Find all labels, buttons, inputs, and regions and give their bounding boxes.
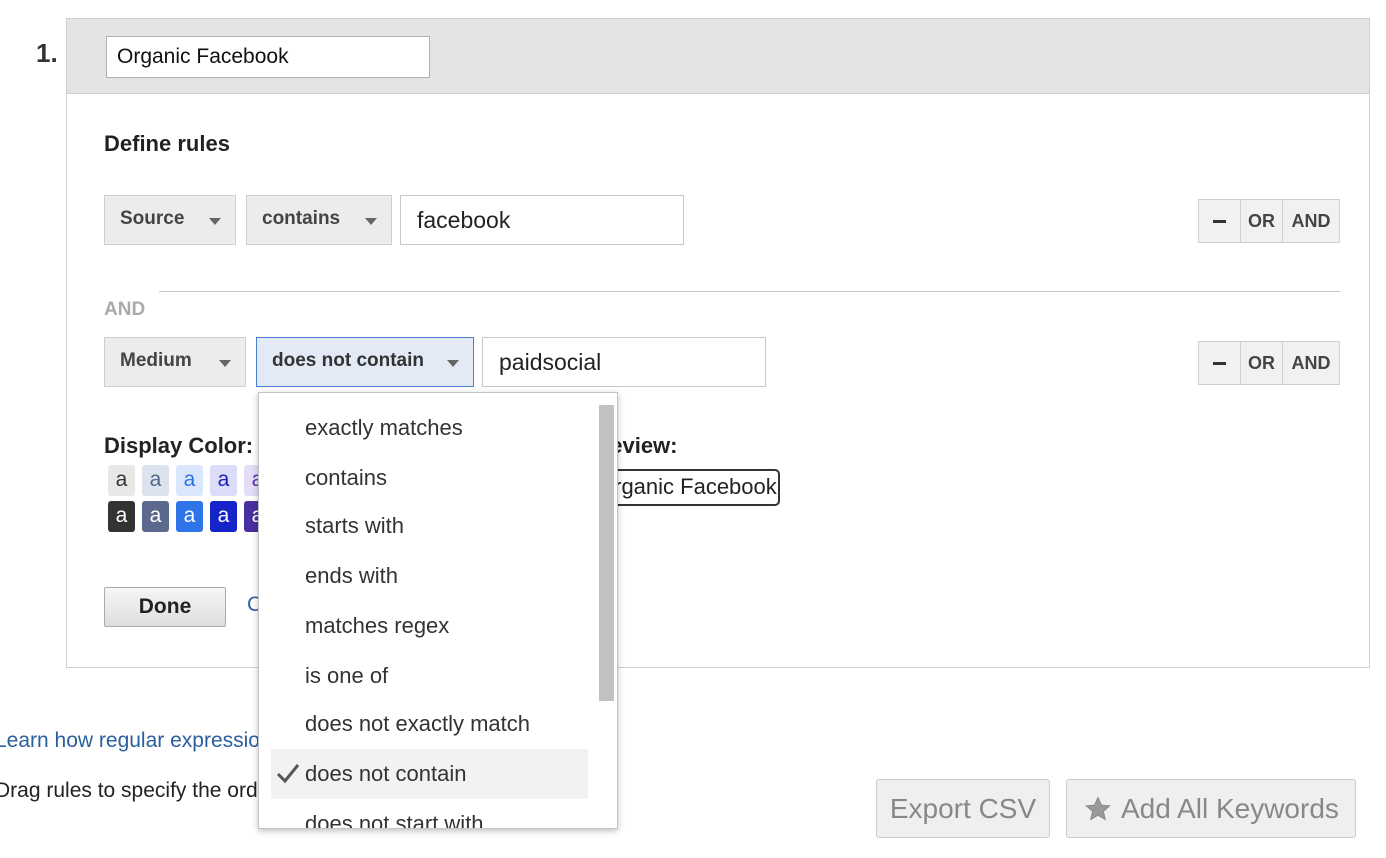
remove-rule-button[interactable]: [1199, 342, 1241, 384]
operator-label: contains: [262, 208, 341, 229]
menu-item-ends-with[interactable]: ends with: [271, 551, 588, 601]
rule-value-input-2[interactable]: [482, 337, 766, 387]
rule-number: 1.: [36, 38, 58, 68]
menu-item-label: does not contain: [305, 761, 467, 786]
operator-dropdown-menu: exactly matches contains starts with end…: [258, 392, 618, 829]
rule-name-input[interactable]: [106, 36, 430, 78]
caret-down-icon: [447, 360, 459, 367]
rule-value-input-1[interactable]: [400, 195, 684, 245]
color-swatch-dark-2[interactable]: a: [142, 501, 169, 532]
color-swatch-dark-3[interactable]: a: [176, 501, 203, 532]
remove-rule-button[interactable]: [1199, 200, 1241, 242]
caret-down-icon: [209, 218, 221, 225]
menu-item-does-not-contain[interactable]: does not contain: [271, 749, 588, 799]
menu-item-does-not-exactly-match[interactable]: does not exactly match: [271, 699, 588, 749]
menu-item-starts-with[interactable]: starts with: [271, 501, 588, 551]
menu-item-matches-regex[interactable]: matches regex: [271, 601, 588, 651]
color-swatch-light-4[interactable]: a: [210, 465, 237, 496]
done-button[interactable]: Done: [104, 587, 226, 627]
rule-header: [67, 19, 1369, 94]
rule-row-controls-2: OR AND: [1198, 341, 1340, 385]
menu-scrollbar[interactable]: [599, 405, 614, 701]
color-swatch-light-3[interactable]: a: [176, 465, 203, 496]
dimension-label: Source: [120, 208, 185, 229]
add-all-keywords-button[interactable]: Add All Keywords: [1066, 779, 1356, 838]
add-all-keywords-label: Add All Keywords: [1121, 792, 1339, 824]
dimension-label: Medium: [120, 350, 192, 371]
menu-item-is-one-of[interactable]: is one of: [271, 651, 588, 701]
and-button[interactable]: AND: [1283, 342, 1339, 384]
or-button[interactable]: OR: [1241, 342, 1283, 384]
color-swatch-light-1[interactable]: a: [108, 465, 135, 496]
operator-dropdown-1[interactable]: contains: [246, 195, 392, 245]
caret-down-icon: [365, 218, 377, 225]
learn-regex-link[interactable]: Learn how regular expressions: [0, 729, 282, 753]
operator-dropdown-2[interactable]: does not contain: [256, 337, 474, 387]
menu-item-contains[interactable]: contains: [271, 453, 588, 503]
color-swatch-dark-4[interactable]: a: [210, 501, 237, 532]
and-separator-line: [159, 291, 1340, 292]
star-icon: [1085, 795, 1111, 821]
menu-item-does-not-start-with[interactable]: does not start with: [271, 799, 588, 828]
color-swatch-dark-1[interactable]: a: [108, 501, 135, 532]
and-button[interactable]: AND: [1283, 200, 1339, 242]
dimension-dropdown-source[interactable]: Source: [104, 195, 236, 245]
and-separator-label: AND: [104, 299, 146, 320]
check-icon: [276, 764, 300, 784]
export-csv-button[interactable]: Export CSV: [876, 779, 1050, 838]
dimension-dropdown-medium[interactable]: Medium: [104, 337, 246, 387]
or-button[interactable]: OR: [1241, 200, 1283, 242]
caret-down-icon: [219, 360, 231, 367]
define-rules-title: Define rules: [104, 131, 230, 156]
rule-row-controls-1: OR AND: [1198, 199, 1340, 243]
operator-label: does not contain: [272, 350, 424, 371]
menu-item-exactly-matches[interactable]: exactly matches: [271, 403, 588, 453]
color-swatch-light-2[interactable]: a: [142, 465, 169, 496]
display-color-label: Display Color:: [104, 433, 254, 458]
drag-rules-text: Drag rules to specify the order: [0, 779, 277, 802]
